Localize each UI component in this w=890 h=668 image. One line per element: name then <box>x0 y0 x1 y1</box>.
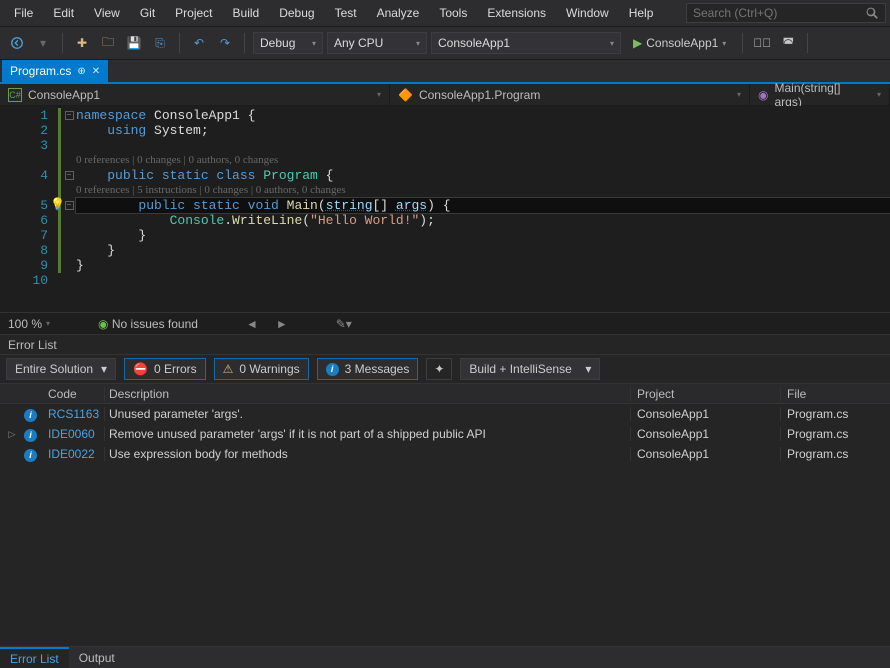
nav-member-dropdown[interactable]: ◉ Main(string[] args) ▾ <box>750 84 890 105</box>
document-tab-label: Program.cs <box>10 64 71 78</box>
error-row[interactable]: ▷ i IDE0060 Remove unused parameter 'arg… <box>0 424 890 444</box>
fold-toggle[interactable]: − <box>65 171 74 180</box>
menu-window[interactable]: Window <box>556 2 619 24</box>
error-row[interactable]: i IDE0022 Use expression body for method… <box>0 444 890 464</box>
startup-project-value: ConsoleApp1 <box>438 36 510 50</box>
tab-output[interactable]: Output <box>69 648 125 668</box>
menu-extensions[interactable]: Extensions <box>477 2 556 24</box>
class-icon: 🔶 <box>398 88 413 102</box>
nav-project-label: ConsoleApp1 <box>28 88 100 102</box>
open-file-button[interactable]: 🗀 <box>97 32 119 54</box>
error-icon: ⛔ <box>133 362 148 376</box>
nav-fwd-button[interactable]: ▾ <box>32 32 54 54</box>
nav-class-dropdown[interactable]: 🔶 ConsoleApp1.Program ▾ <box>390 84 750 105</box>
error-list-toolbar: Entire Solution▾ ⛔ 0 Errors ⚠ 0 Warnings… <box>0 354 890 384</box>
toolbar-extra-2[interactable]: ◚ <box>777 32 799 54</box>
menu-bar: File Edit View Git Project Build Debug T… <box>0 0 890 26</box>
undo-button[interactable]: ↶ <box>188 32 210 54</box>
menu-analyze[interactable]: Analyze <box>367 2 430 24</box>
search-input[interactable] <box>693 6 865 20</box>
global-search[interactable] <box>686 3 886 23</box>
nav-prev-issue[interactable]: ◄ <box>246 317 258 331</box>
fold-toggle[interactable]: − <box>65 201 74 210</box>
document-tab-strip: Program.cs ⊕ ✕ <box>0 60 890 84</box>
solution-config-value: Debug <box>260 36 295 50</box>
codelens[interactable]: 0 references | 5 instructions | 0 change… <box>76 183 890 198</box>
run-target-label: ConsoleApp1 <box>646 36 718 50</box>
solution-platform-dropdown[interactable]: Any CPU▾ <box>327 32 427 54</box>
csharp-project-icon: C# <box>8 88 22 102</box>
nav-project-dropdown[interactable]: C# ConsoleApp1 ▾ <box>0 84 390 105</box>
info-icon: i <box>24 429 37 442</box>
info-icon: i <box>24 409 37 422</box>
save-all-button[interactable]: ⎘ <box>149 32 171 54</box>
nav-member-label: Main(string[] args) <box>774 81 871 109</box>
header-file[interactable]: File <box>780 387 890 401</box>
save-button[interactable]: 💾 <box>123 32 145 54</box>
menu-help[interactable]: Help <box>619 2 664 24</box>
start-debug-button[interactable]: ▶ ConsoleApp1 ▾ <box>625 36 734 50</box>
fold-toggle[interactable]: − <box>65 111 74 120</box>
solution-platform-value: Any CPU <box>334 36 383 50</box>
editor-tool-icon[interactable]: ✎▾ <box>336 317 352 331</box>
main-toolbar: ▾ ✚ 🗀 💾 ⎘ ↶ ↷ Debug▾ Any CPU▾ ConsoleApp… <box>0 26 890 60</box>
nav-back-button[interactable] <box>6 32 28 54</box>
nav-next-issue[interactable]: ► <box>276 317 288 331</box>
code-navigator: C# ConsoleApp1 ▾ 🔶 ConsoleApp1.Program ▾… <box>0 84 890 106</box>
scope-dropdown[interactable]: Entire Solution▾ <box>6 358 116 380</box>
startup-project-dropdown[interactable]: ConsoleApp1▾ <box>431 32 621 54</box>
new-item-button[interactable]: ✚ <box>71 32 93 54</box>
nav-class-label: ConsoleApp1.Program <box>419 88 540 102</box>
pin-icon[interactable]: ⊕ <box>77 66 85 77</box>
code-area[interactable]: namespace ConsoleApp1 { using System; 0 … <box>76 106 890 312</box>
codelens[interactable]: 0 references | 0 changes | 0 authors, 0 … <box>76 153 890 168</box>
zoom-dropdown[interactable]: 100 %▾ <box>8 317 50 331</box>
warnings-filter-toggle[interactable]: ⚠ 0 Warnings <box>214 358 309 380</box>
error-list-title: Error List <box>0 334 890 354</box>
header-description[interactable]: Description <box>104 387 630 401</box>
play-icon: ▶ <box>633 36 642 50</box>
warning-icon: ⚠ <box>223 362 234 376</box>
error-list-header[interactable]: Code Description Project File <box>0 384 890 404</box>
errors-filter-toggle[interactable]: ⛔ 0 Errors <box>124 358 206 380</box>
info-icon: i <box>24 449 37 462</box>
error-list-body[interactable]: i RCS1163 Unused parameter 'args'. Conso… <box>0 404 890 646</box>
code-editor[interactable]: 1 2 3 4 5 6 7 8 9 10 − − − namespace Con… <box>0 106 890 312</box>
editor-status-bar: 100 %▾ ◉ No issues found ◄ ► ✎▾ <box>0 312 890 334</box>
document-tab-program[interactable]: Program.cs ⊕ ✕ <box>2 60 108 82</box>
issues-indicator[interactable]: ◉ No issues found <box>98 317 198 331</box>
error-row[interactable]: i RCS1163 Unused parameter 'args'. Conso… <box>0 404 890 424</box>
solution-config-dropdown[interactable]: Debug▾ <box>253 32 323 54</box>
search-icon <box>865 6 879 20</box>
header-project[interactable]: Project <box>630 387 780 401</box>
messages-filter-toggle[interactable]: i 3 Messages <box>317 358 419 380</box>
source-dropdown[interactable]: Build + IntelliSense▾ <box>460 358 600 380</box>
menu-build[interactable]: Build <box>223 2 270 24</box>
build-errors-toggle[interactable]: ✦ <box>426 358 452 380</box>
menu-file[interactable]: File <box>4 2 43 24</box>
menu-view[interactable]: View <box>84 2 130 24</box>
close-icon[interactable]: ✕ <box>92 66 100 77</box>
info-icon: i <box>326 363 339 376</box>
menu-test[interactable]: Test <box>325 2 367 24</box>
menu-debug[interactable]: Debug <box>269 2 324 24</box>
toolbar-extra-1[interactable]: �⃞ <box>751 32 773 54</box>
redo-button[interactable]: ↷ <box>214 32 236 54</box>
tab-error-list[interactable]: Error List <box>0 647 69 668</box>
menu-project[interactable]: Project <box>165 2 222 24</box>
menu-tools[interactable]: Tools <box>429 2 477 24</box>
bottom-tab-strip: Error List Output <box>0 646 890 668</box>
lightbulb-icon[interactable]: 💡 <box>50 198 65 213</box>
header-code[interactable]: Code <box>48 387 104 401</box>
menu-git[interactable]: Git <box>130 2 165 24</box>
menu-edit[interactable]: Edit <box>43 2 84 24</box>
check-icon: ◉ <box>98 317 108 331</box>
method-icon: ◉ <box>758 88 768 102</box>
